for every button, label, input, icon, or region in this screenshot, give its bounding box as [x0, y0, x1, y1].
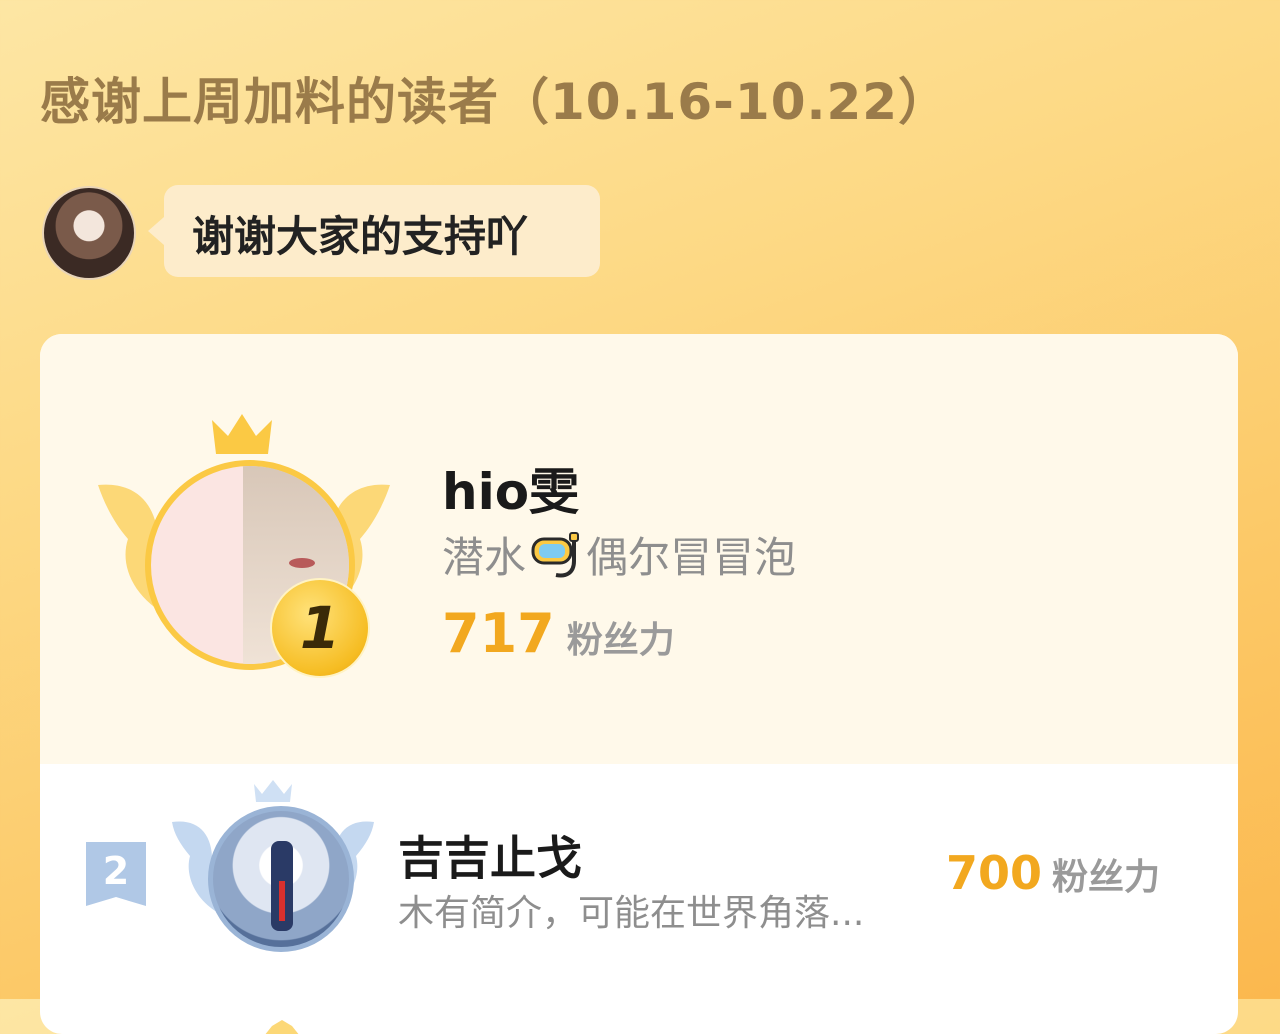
avatar-tie: [279, 881, 285, 921]
user-bio: 潜水 偶尔冒冒泡: [442, 524, 796, 585]
page-title: 感谢上周加料的读者（10.16-10.22）: [40, 73, 950, 131]
bio-text-start: 潜水: [442, 533, 527, 582]
user-name[interactable]: hio雯: [442, 452, 579, 524]
rank-medal: 1: [270, 578, 370, 678]
avatar[interactable]: [208, 806, 354, 952]
rank-badge: 2: [86, 842, 146, 906]
score-unit: 粉丝力: [566, 620, 675, 661]
crown-icon: [265, 1020, 299, 1034]
score-value: 717: [442, 602, 555, 665]
score-value: 700: [946, 846, 1043, 900]
user-bio: 木有简介，可能在世界角落...: [398, 893, 865, 934]
fan-score: 700 粉丝力: [946, 846, 1160, 900]
ranking-panel: 1 hio雯 潜水 偶尔冒冒泡 717 粉丝力 2 吉吉止戈 木有简介，可能在世界…: [40, 334, 1238, 1034]
first-place-card[interactable]: 1 hio雯 潜水 偶尔冒冒泡 717 粉丝力: [40, 334, 1238, 764]
host-avatar[interactable]: [42, 186, 136, 280]
crown-icon: [212, 414, 272, 454]
host-message: 谢谢大家的支持吖: [192, 212, 529, 261]
speech-bubble: 谢谢大家的支持吖: [148, 185, 600, 277]
avatar-eye: [289, 558, 315, 568]
user-name[interactable]: 吉吉止戈: [398, 822, 582, 888]
bio-text-end: 偶尔冒冒泡: [586, 533, 797, 582]
score-unit: 粉丝力: [1052, 857, 1161, 898]
fan-score: 717 粉丝力: [442, 602, 675, 665]
snorkel-icon: [531, 531, 580, 577]
